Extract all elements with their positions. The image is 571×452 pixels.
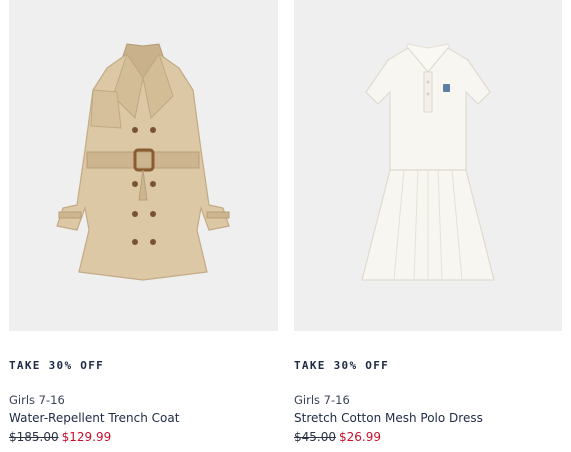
product-grid: TAKE 30% OFF Girls 7-16 Water-Repellent … — [0, 0, 571, 452]
sale-price: $129.99 — [61, 430, 112, 444]
product-image[interactable] — [9, 0, 278, 331]
product-card[interactable]: TAKE 30% OFF Girls 7-16 Stretch Cotton M… — [294, 0, 562, 444]
sale-price: $26.99 — [339, 430, 381, 444]
product-category: Girls 7-16 — [9, 393, 65, 407]
original-price: $185.00 — [9, 430, 59, 444]
product-title[interactable]: Water-Repellent Trench Coat — [9, 411, 179, 425]
trench-coat-image — [56, 43, 230, 281]
promo-label: TAKE 30% OFF — [9, 359, 105, 372]
product-card[interactable]: TAKE 30% OFF Girls 7-16 Water-Repellent … — [9, 0, 278, 444]
price-group: $185.00 $129.99 — [9, 430, 111, 444]
price-group: $45.00 $26.99 — [294, 430, 381, 444]
product-image[interactable] — [294, 0, 562, 331]
product-title[interactable]: Stretch Cotton Mesh Polo Dress — [294, 411, 483, 425]
promo-label: TAKE 30% OFF — [294, 359, 390, 372]
product-category: Girls 7-16 — [294, 393, 350, 407]
original-price: $45.00 — [294, 430, 336, 444]
polo-dress-image — [361, 43, 495, 281]
